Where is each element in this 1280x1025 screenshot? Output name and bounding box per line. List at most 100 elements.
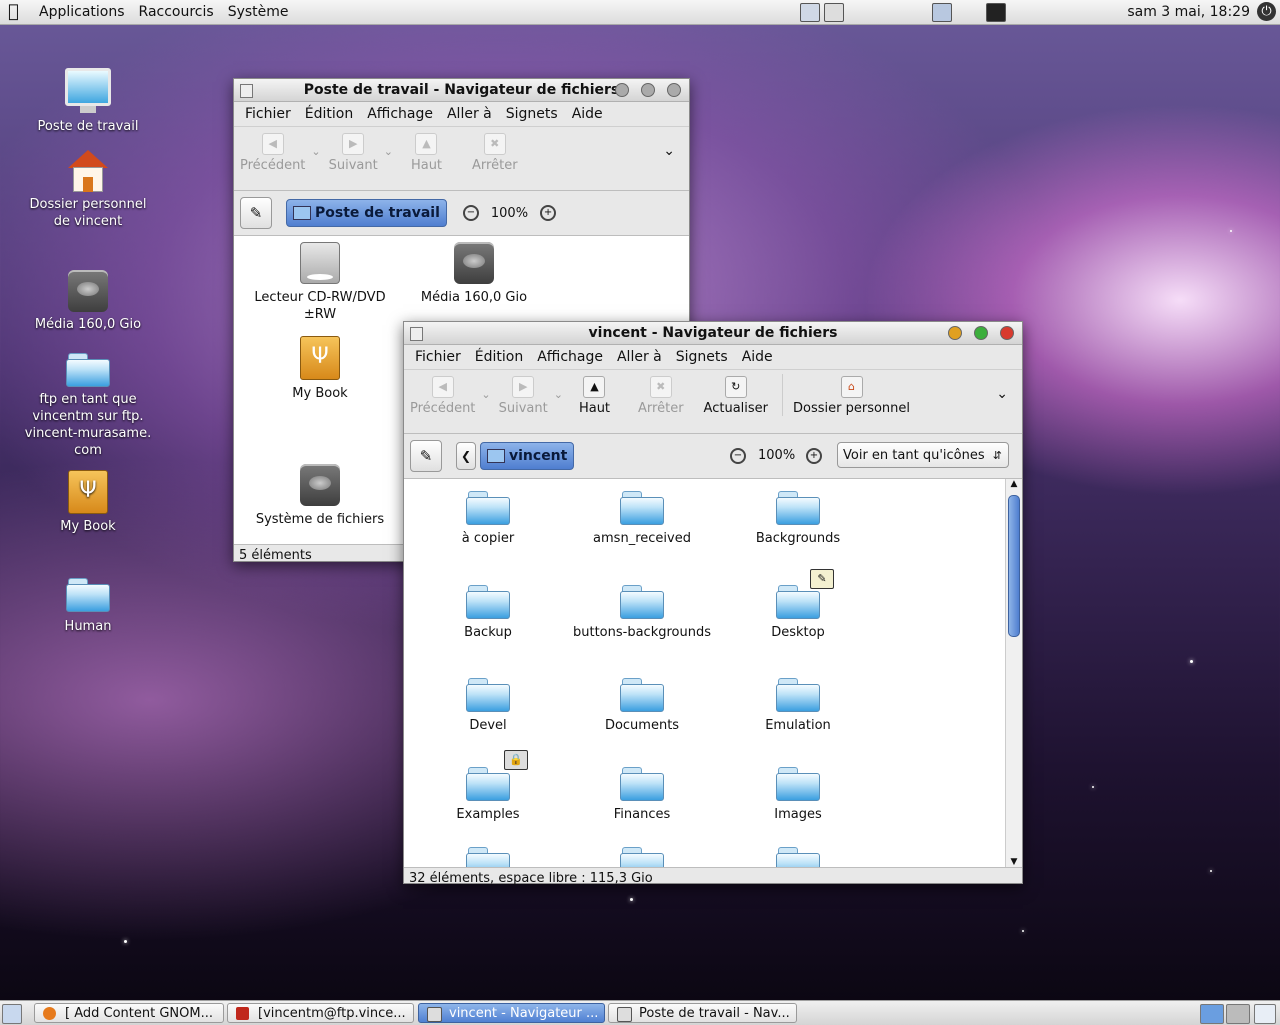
vertical-scrollbar[interactable]: ▲ ▼	[1005, 479, 1022, 867]
folder-item[interactable]: Images	[728, 767, 868, 823]
network-monitor-icon[interactable]	[932, 3, 952, 22]
stop-button[interactable]: ✖ Arrêter	[472, 131, 518, 173]
desktop-icon-media[interactable]: Média 160,0 Gio	[23, 270, 153, 333]
file-item[interactable]: Média 160,0 Gio	[404, 242, 544, 306]
folder-item[interactable]: Emulation	[728, 678, 868, 734]
desktop-icon-computer[interactable]: Poste de travail	[23, 68, 153, 135]
desktop-icon-label: Média 160,0 Gio	[34, 317, 142, 332]
forward-history-dropdown[interactable]: ⌄	[554, 388, 563, 401]
scroll-up-icon[interactable]: ▲	[1006, 479, 1022, 489]
task-button[interactable]: [ Add Content GNOM...	[34, 1003, 224, 1023]
volume-icon[interactable]	[800, 3, 820, 22]
folder-item[interactable]: Backgrounds	[728, 491, 868, 547]
forward-label: Suivant	[328, 158, 378, 173]
menu-edition[interactable]: Édition	[468, 349, 530, 365]
desktop-icon-human[interactable]: Human	[23, 578, 153, 635]
back-history-dropdown[interactable]: ⌄	[311, 145, 320, 158]
power-icon[interactable]: ⏻	[1257, 2, 1276, 21]
zoom-in-icon[interactable]: +	[540, 205, 557, 221]
show-desktop-icon[interactable]	[2, 1004, 22, 1024]
folder-item[interactable]: amsn_received	[572, 491, 712, 547]
folder-item[interactable]: à copier	[418, 491, 558, 547]
window-menu-icon[interactable]	[240, 84, 253, 98]
folder-item[interactable]: Examples	[418, 767, 558, 823]
folder-item[interactable]: Devel	[418, 678, 558, 734]
close-icon[interactable]	[1000, 326, 1014, 340]
workspace-2-icon[interactable]	[1226, 1004, 1250, 1024]
toolbar-overflow-icon[interactable]: ⌄	[996, 386, 1008, 402]
folder-label: Devel	[469, 718, 507, 733]
window-menu-icon[interactable]	[410, 327, 423, 341]
home-button[interactable]: ⌂ Dossier personnel	[782, 374, 910, 416]
up-button[interactable]: ▲ Haut	[579, 374, 610, 416]
task-button[interactable]: Poste de travail - Nav...	[608, 1003, 797, 1023]
window-titlebar[interactable]: Poste de travail - Navigateur de fichier…	[234, 79, 689, 102]
forward-button[interactable]: ▶ Suivant	[329, 131, 378, 173]
scroll-down-icon[interactable]: ▼	[1006, 857, 1022, 867]
window-titlebar[interactable]: vincent - Navigateur de fichiers	[404, 322, 1022, 345]
zoom-out-icon[interactable]: −	[730, 448, 746, 464]
menu-aide[interactable]: Aide	[735, 349, 780, 365]
path-button-poste[interactable]: Poste de travail	[286, 199, 447, 227]
up-button[interactable]: ▲ Haut	[411, 131, 442, 173]
folder-item[interactable]: Finances	[572, 767, 712, 823]
minimize-icon[interactable]	[948, 326, 962, 340]
menu-fichier[interactable]: Fichier	[238, 106, 298, 122]
back-button[interactable]: ◀ Précédent	[240, 131, 305, 173]
close-icon[interactable]	[667, 83, 681, 97]
folder-item[interactable]: Documents	[572, 678, 712, 734]
trash-icon[interactable]	[1254, 1004, 1276, 1024]
terminal-icon[interactable]	[986, 3, 1006, 22]
toggle-location-entry-button[interactable]: ✎	[410, 440, 442, 472]
maximize-icon[interactable]	[641, 83, 655, 97]
folder-item[interactable]: Backup	[418, 585, 558, 641]
menu-affichage[interactable]: Affichage	[360, 106, 440, 122]
minimize-icon[interactable]	[615, 83, 629, 97]
path-button-vincent[interactable]: vincent	[480, 442, 575, 470]
task-button[interactable]: vincent - Navigateur ...	[418, 1003, 605, 1023]
task-button[interactable]: [vincentm@ftp.vince...	[227, 1003, 414, 1023]
zoom-in-icon[interactable]: +	[806, 448, 822, 464]
reload-button[interactable]: ↻ Actualiser	[704, 374, 768, 416]
menubar: Fichier Édition Affichage Aller à Signet…	[404, 345, 1022, 369]
menu-edition[interactable]: Édition	[298, 106, 360, 122]
toggle-location-entry-button[interactable]: ✎	[240, 197, 272, 229]
menu-raccourcis[interactable]: Raccourcis	[132, 4, 221, 20]
clock[interactable]: sam 3 mai, 18:29	[1127, 4, 1250, 20]
menu-aller[interactable]: Aller à	[610, 349, 669, 365]
toolbar-overflow-icon[interactable]: ⌄	[663, 143, 675, 159]
computer-icon	[65, 68, 111, 113]
menu-fichier[interactable]: Fichier	[408, 349, 468, 365]
scrollbar-thumb[interactable]	[1008, 495, 1020, 637]
workspace-1-icon[interactable]	[1200, 1004, 1224, 1024]
desktop-icon-mybook[interactable]: Ψ My Book	[23, 470, 153, 535]
menu-aller[interactable]: Aller à	[440, 106, 499, 122]
desktop-icon-home[interactable]: Dossier personnel de vincent	[23, 150, 153, 230]
stop-button[interactable]: ✖ Arrêter	[638, 374, 684, 416]
folder-item[interactable]: buttons-backgrounds	[572, 585, 712, 641]
view-mode-select[interactable]: Voir en tant qu'icônes ⇵	[837, 442, 1009, 468]
folder-item[interactable]: Desktop	[728, 585, 868, 641]
desktop-icon-label: My Book	[60, 519, 116, 534]
menu-signets[interactable]: Signets	[499, 106, 565, 122]
file-item[interactable]: Ψ My Book	[250, 336, 390, 402]
menu-applications[interactable]: Applications	[32, 4, 132, 20]
network-icon[interactable]	[824, 3, 844, 22]
folder-label: buttons-backgrounds	[572, 625, 711, 640]
forward-button[interactable]: ▶ Suivant	[499, 374, 548, 416]
path-scroll-left-button[interactable]: ❮	[456, 442, 476, 470]
zoom-out-icon[interactable]: −	[462, 205, 479, 221]
back-button[interactable]: ◀ Précédent	[410, 374, 475, 416]
menu-aide[interactable]: Aide	[565, 106, 610, 122]
forward-history-dropdown[interactable]: ⌄	[384, 145, 393, 158]
menu-affichage[interactable]: Affichage	[530, 349, 610, 365]
menu-systeme[interactable]: Système	[221, 4, 296, 20]
menu-signets[interactable]: Signets	[669, 349, 735, 365]
apple-menu-icon[interactable]: 	[8, 2, 28, 22]
back-history-dropdown[interactable]: ⌄	[481, 388, 490, 401]
file-item[interactable]: Système de fichiers	[250, 464, 390, 528]
hard-drive-icon	[454, 242, 494, 284]
desktop-icon-ftp[interactable]: ftp en tant que vincentm sur ftp. vincen…	[23, 353, 153, 459]
maximize-icon[interactable]	[974, 326, 988, 340]
file-item[interactable]: Lecteur CD-RW/DVD ±RW	[250, 242, 390, 323]
